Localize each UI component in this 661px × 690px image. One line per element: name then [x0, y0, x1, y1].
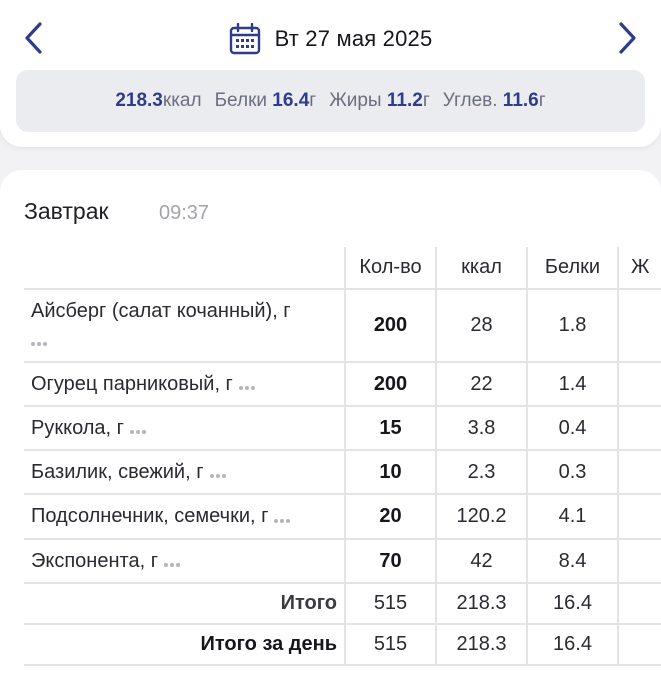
food-qty[interactable]: 200	[345, 362, 437, 407]
food-qty[interactable]: 10	[345, 450, 437, 495]
column-header-name	[24, 247, 346, 290]
column-header-fat: Ж	[618, 247, 661, 290]
meal-title[interactable]: Завтрак	[24, 198, 109, 225]
column-header-protein: Белки	[527, 247, 619, 290]
next-day-button[interactable]	[609, 20, 645, 56]
food-qty[interactable]: 15	[345, 406, 437, 451]
food-fat	[618, 362, 661, 407]
meal-total-kcal: 218.3	[436, 583, 528, 625]
food-fat	[618, 494, 661, 540]
column-header-qty: Кол-во	[345, 247, 437, 290]
summary-kcal-value: 218.3	[115, 90, 163, 111]
more-icon[interactable]	[129, 414, 148, 442]
more-icon[interactable]	[31, 326, 49, 354]
food-qty[interactable]: 200	[345, 289, 437, 363]
more-icon[interactable]	[163, 547, 182, 575]
chevron-right-icon	[619, 22, 636, 54]
summary-protein-label: Белки	[214, 90, 267, 111]
food-name: Подсолнечник, семечки, г	[31, 505, 269, 528]
food-row[interactable]: Огурец парниковый, г 200 22 1.4	[24, 362, 661, 407]
food-table: Кол-во ккал Белки Ж Айсберг (салат кочан…	[24, 247, 661, 666]
summary-fat-unit: г	[422, 90, 430, 111]
summary-fat-label: Жиры	[329, 90, 382, 111]
food-name: Экспонента, г	[31, 549, 158, 572]
food-kcal: 2.3	[436, 450, 528, 495]
day-total-fat	[618, 624, 661, 666]
food-protein: 0.4	[527, 406, 619, 451]
more-icon[interactable]	[274, 503, 292, 531]
date-selector[interactable]: Вт 27 мая 2025	[0, 20, 661, 58]
meal-total-protein: 16.4	[527, 583, 619, 625]
food-kcal: 3.8	[436, 406, 528, 451]
food-qty[interactable]: 20	[345, 494, 437, 540]
day-total-label: Итого за день	[24, 624, 346, 666]
meal-total-qty: 515	[345, 583, 437, 625]
food-protein: 8.4	[527, 539, 619, 584]
food-kcal: 22	[436, 362, 528, 407]
meal-time[interactable]: 09:37	[159, 202, 209, 225]
calendar-icon	[229, 23, 260, 55]
food-qty[interactable]: 70	[345, 539, 437, 584]
food-name-cell[interactable]: Огурец парниковый, г	[24, 362, 346, 407]
summary-carb-label: Углев.	[442, 90, 498, 111]
daily-nutrition-summary: 218.3 ккал Белки 16.4 г Жиры 11.2 г Углев. …	[16, 70, 645, 132]
food-name-cell[interactable]: Руккола, г	[24, 406, 346, 451]
food-fat	[618, 289, 661, 363]
food-protein: 4.1	[527, 494, 619, 540]
summary-fat-value: 11.2	[386, 90, 423, 111]
food-row[interactable]: Айсберг (салат кочанный), г 200 28 1.8	[24, 289, 661, 363]
food-row[interactable]: Руккола, г 15 3.8 0.4	[24, 406, 661, 451]
meal-total-label: Итого	[24, 583, 346, 625]
summary-carb-value: 11.6	[502, 90, 539, 111]
summary-carb-unit: г	[538, 90, 546, 111]
food-name-cell[interactable]: Подсолнечник, семечки, г	[24, 494, 346, 540]
day-total-protein: 16.4	[527, 624, 619, 666]
food-name: Огурец парниковый, г	[31, 372, 233, 395]
food-row[interactable]: Подсолнечник, семечки, г 20 120.2 4.1	[24, 494, 661, 540]
food-kcal: 120.2	[436, 494, 528, 540]
food-kcal: 42	[436, 539, 528, 584]
food-fat	[618, 406, 661, 451]
food-protein: 1.4	[527, 362, 619, 407]
more-icon[interactable]	[238, 370, 257, 398]
food-name: Базилик, свежий, г	[31, 460, 204, 483]
food-row[interactable]: Базилик, свежий, г 10 2.3 0.3	[24, 450, 661, 495]
summary-protein-unit: г	[309, 90, 317, 111]
meal-card-breakfast: Завтрак 09:37 Кол-во ккал Белки Ж Айсбер…	[0, 170, 661, 690]
food-name-cell[interactable]: Экспонента, г	[24, 539, 346, 584]
table-header-row: Кол-во ккал Белки Ж	[24, 247, 661, 290]
column-header-kcal: ккал	[436, 247, 528, 290]
day-total-qty: 515	[345, 624, 437, 666]
summary-protein-value: 16.4	[272, 90, 310, 111]
date-label: Вт 27 мая 2025	[274, 26, 433, 51]
food-name-cell[interactable]: Айсберг (салат кочанный), г	[24, 289, 346, 363]
summary-kcal-unit: ккал	[162, 90, 202, 111]
food-name: Руккола, г	[31, 416, 124, 439]
meal-total-fat	[618, 583, 661, 625]
food-fat	[618, 450, 661, 495]
food-row[interactable]: Экспонента, г 70 42 8.4	[24, 539, 661, 584]
date-header-card: Вт 27 мая 2025 218.3 ккал Белки 16.4 г Жир…	[0, 0, 661, 147]
day-total-kcal: 218.3	[436, 624, 528, 666]
food-kcal: 28	[436, 289, 528, 363]
food-name: Айсберг (салат кочанный), г	[31, 300, 291, 323]
meal-total-row: Итого 515 218.3 16.4	[24, 583, 661, 625]
more-icon[interactable]	[209, 458, 228, 486]
food-fat	[618, 539, 661, 584]
food-name-cell[interactable]: Базилик, свежий, г	[24, 450, 346, 495]
day-total-row: Итого за день 515 218.3 16.4	[24, 624, 661, 666]
food-protein: 1.8	[527, 289, 619, 363]
food-protein: 0.3	[527, 450, 619, 495]
